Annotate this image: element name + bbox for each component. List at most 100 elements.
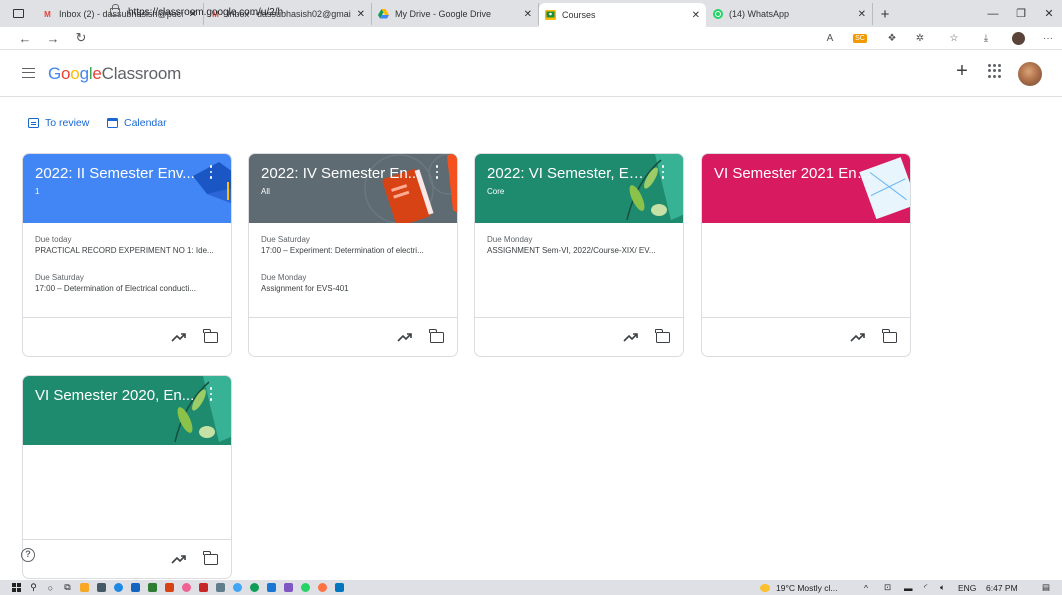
trending-up-icon[interactable] [397, 330, 413, 344]
course-title[interactable]: 2022: VI Semester, En... [487, 165, 647, 182]
due-item[interactable]: Due Saturday 17:00 – Experiment: Determi… [261, 234, 451, 257]
browser-toolbar: ← → ↻ [0, 27, 1062, 50]
minimize-window-button[interactable]: — [979, 0, 1007, 27]
volume-icon[interactable]: 🔈︎ [940, 580, 945, 595]
restore-window-button[interactable]: ❐ [1007, 0, 1035, 27]
course-title[interactable]: 2022: IV Semester En... [261, 165, 421, 182]
read-aloud-icon[interactable]: A [822, 30, 838, 46]
help-icon[interactable]: ? [21, 548, 35, 562]
task-view-icon[interactable]: ⧉ [59, 580, 76, 595]
weather-widget[interactable]: 19°C Mostly cl... [760, 580, 838, 595]
course-banner[interactable]: VI Semester 2021 Env... [702, 154, 910, 223]
extension-bug-icon[interactable]: ❖ [884, 30, 900, 46]
course-title[interactable]: 2022: II Semester Env... [35, 165, 195, 182]
forward-arrow-icon[interactable]: → [42, 27, 64, 49]
due-assignment[interactable]: 17:00 – Determination of Electrical cond… [35, 283, 225, 295]
course-card[interactable]: 2022: IV Semester En... All Due Saturday… [248, 153, 458, 357]
favorites-icon[interactable]: ☆ [946, 30, 962, 46]
course-card[interactable]: VI Semester 2021 Env... [701, 153, 911, 357]
file-explorer-icon[interactable] [76, 580, 93, 595]
profile-icon[interactable] [1010, 30, 1026, 46]
powerpoint-icon[interactable] [161, 580, 178, 595]
wifi-icon[interactable]: ◜ [924, 580, 927, 595]
calculator-icon[interactable] [93, 580, 110, 595]
battery-icon[interactable]: ▬ [904, 580, 913, 595]
edge-icon[interactable] [110, 580, 127, 595]
show-hidden-icons[interactable]: ^ [864, 580, 868, 595]
extension-sc-icon[interactable]: SC [852, 30, 868, 46]
folder-icon[interactable] [655, 329, 670, 343]
account-avatar[interactable] [1018, 62, 1042, 86]
create-or-join-class-button[interactable]: + [952, 61, 972, 81]
due-item[interactable]: Due today PRACTICAL RECORD EXPERIMENT NO… [35, 234, 225, 257]
due-item[interactable]: Due Monday Assignment for EVS-401 [261, 272, 451, 295]
cortana-icon[interactable]: ○ [42, 580, 59, 595]
course-options-icon[interactable] [661, 165, 665, 179]
extension-sc-label: SC [853, 33, 867, 43]
outlook-icon[interactable] [331, 580, 348, 595]
back-arrow-icon[interactable]: ← [14, 27, 36, 49]
due-assignment[interactable]: Assignment for EVS-401 [261, 283, 451, 295]
whatsapp-taskbar-icon[interactable] [297, 580, 314, 595]
todo-icon[interactable] [263, 580, 280, 595]
course-banner[interactable]: 2022: IV Semester En... All [249, 154, 457, 223]
folder-icon[interactable] [203, 329, 218, 343]
due-assignment[interactable]: 17:00 – Experiment: Determination of ele… [261, 245, 451, 257]
main-menu-icon[interactable] [22, 68, 35, 78]
acrobat-icon[interactable] [195, 580, 212, 595]
folder-icon[interactable] [203, 551, 218, 565]
course-card[interactable]: 2022: VI Semester, En... Core Due Monday… [474, 153, 684, 357]
course-options-icon[interactable] [209, 165, 213, 179]
new-tab-button[interactable]: + [873, 3, 897, 25]
trending-up-icon[interactable] [171, 330, 187, 344]
downloads-icon[interactable]: ⤓ [978, 30, 994, 46]
course-title[interactable]: VI Semester 2021 Env... [714, 165, 874, 182]
more-options-icon[interactable]: ··· [1040, 30, 1056, 46]
close-window-button[interactable]: ✕ [1035, 0, 1062, 27]
trending-up-icon[interactable] [623, 330, 639, 344]
weather-icon [760, 583, 770, 592]
settings-icon[interactable] [229, 580, 246, 595]
folder-icon[interactable] [429, 329, 444, 343]
clock[interactable]: 6:47 PM [986, 580, 1018, 595]
trending-up-icon[interactable] [171, 552, 187, 566]
windows-start-icon[interactable] [8, 580, 25, 595]
paint-icon[interactable] [178, 580, 195, 595]
course-banner[interactable]: 2022: VI Semester, En... Core [475, 154, 683, 223]
to-review-label: To review [45, 117, 90, 129]
to-review-link[interactable]: To review [28, 117, 89, 129]
course-options-icon[interactable] [435, 165, 439, 179]
course-banner[interactable]: 2022: II Semester Env... 1 [23, 154, 231, 223]
course-card[interactable]: VI Semester 2020, En... [22, 375, 232, 579]
folder-icon[interactable] [882, 329, 897, 343]
notifications-icon[interactable]: ▤ [1042, 580, 1050, 595]
course-options-icon[interactable] [209, 387, 213, 401]
firefox-icon[interactable] [314, 580, 331, 595]
tab-actions-icon[interactable] [0, 0, 36, 27]
extension-puzzle-icon[interactable]: ✲ [912, 30, 928, 46]
trending-up-icon[interactable] [850, 330, 866, 344]
course-title[interactable]: VI Semester 2020, En... [35, 387, 195, 404]
google-apps-icon[interactable] [988, 64, 1002, 78]
reload-icon[interactable]: ↻ [70, 27, 92, 49]
word-icon[interactable] [127, 580, 144, 595]
due-assignment[interactable]: ASSIGNMENT Sem-VI, 2022/Course-XIX/ EV..… [487, 245, 677, 257]
calendar-link[interactable]: Calendar [107, 117, 167, 129]
search-icon[interactable]: ⚲ [25, 580, 42, 595]
notepad-icon[interactable] [212, 580, 229, 595]
excel-icon[interactable] [144, 580, 161, 595]
due-item[interactable]: Due Monday ASSIGNMENT Sem-VI, 2022/Cours… [487, 234, 677, 257]
network-icon[interactable]: ⊡ [884, 580, 891, 595]
language-indicator[interactable]: ENG [958, 580, 976, 595]
windows-taskbar: ⚲ ○ ⧉ [0, 580, 1062, 595]
photos-icon[interactable] [280, 580, 297, 595]
due-item[interactable]: Due Saturday 17:00 – Determination of El… [35, 272, 225, 295]
close-tab-icon[interactable]: ✕ [858, 9, 866, 20]
address-bar[interactable]: https://classroom.google.com/u/2/h [110, 4, 826, 20]
due-assignment[interactable]: PRACTICAL RECORD EXPERIMENT NO 1: Ide... [35, 245, 225, 257]
google-classroom-logo[interactable]: GoogleClassroom [48, 64, 181, 84]
course-card[interactable]: 2022: II Semester Env... 1 Due today PRA… [22, 153, 232, 357]
course-section: 1 [35, 187, 40, 196]
course-banner[interactable]: VI Semester 2020, En... [23, 376, 231, 445]
chrome-icon[interactable] [246, 580, 263, 595]
